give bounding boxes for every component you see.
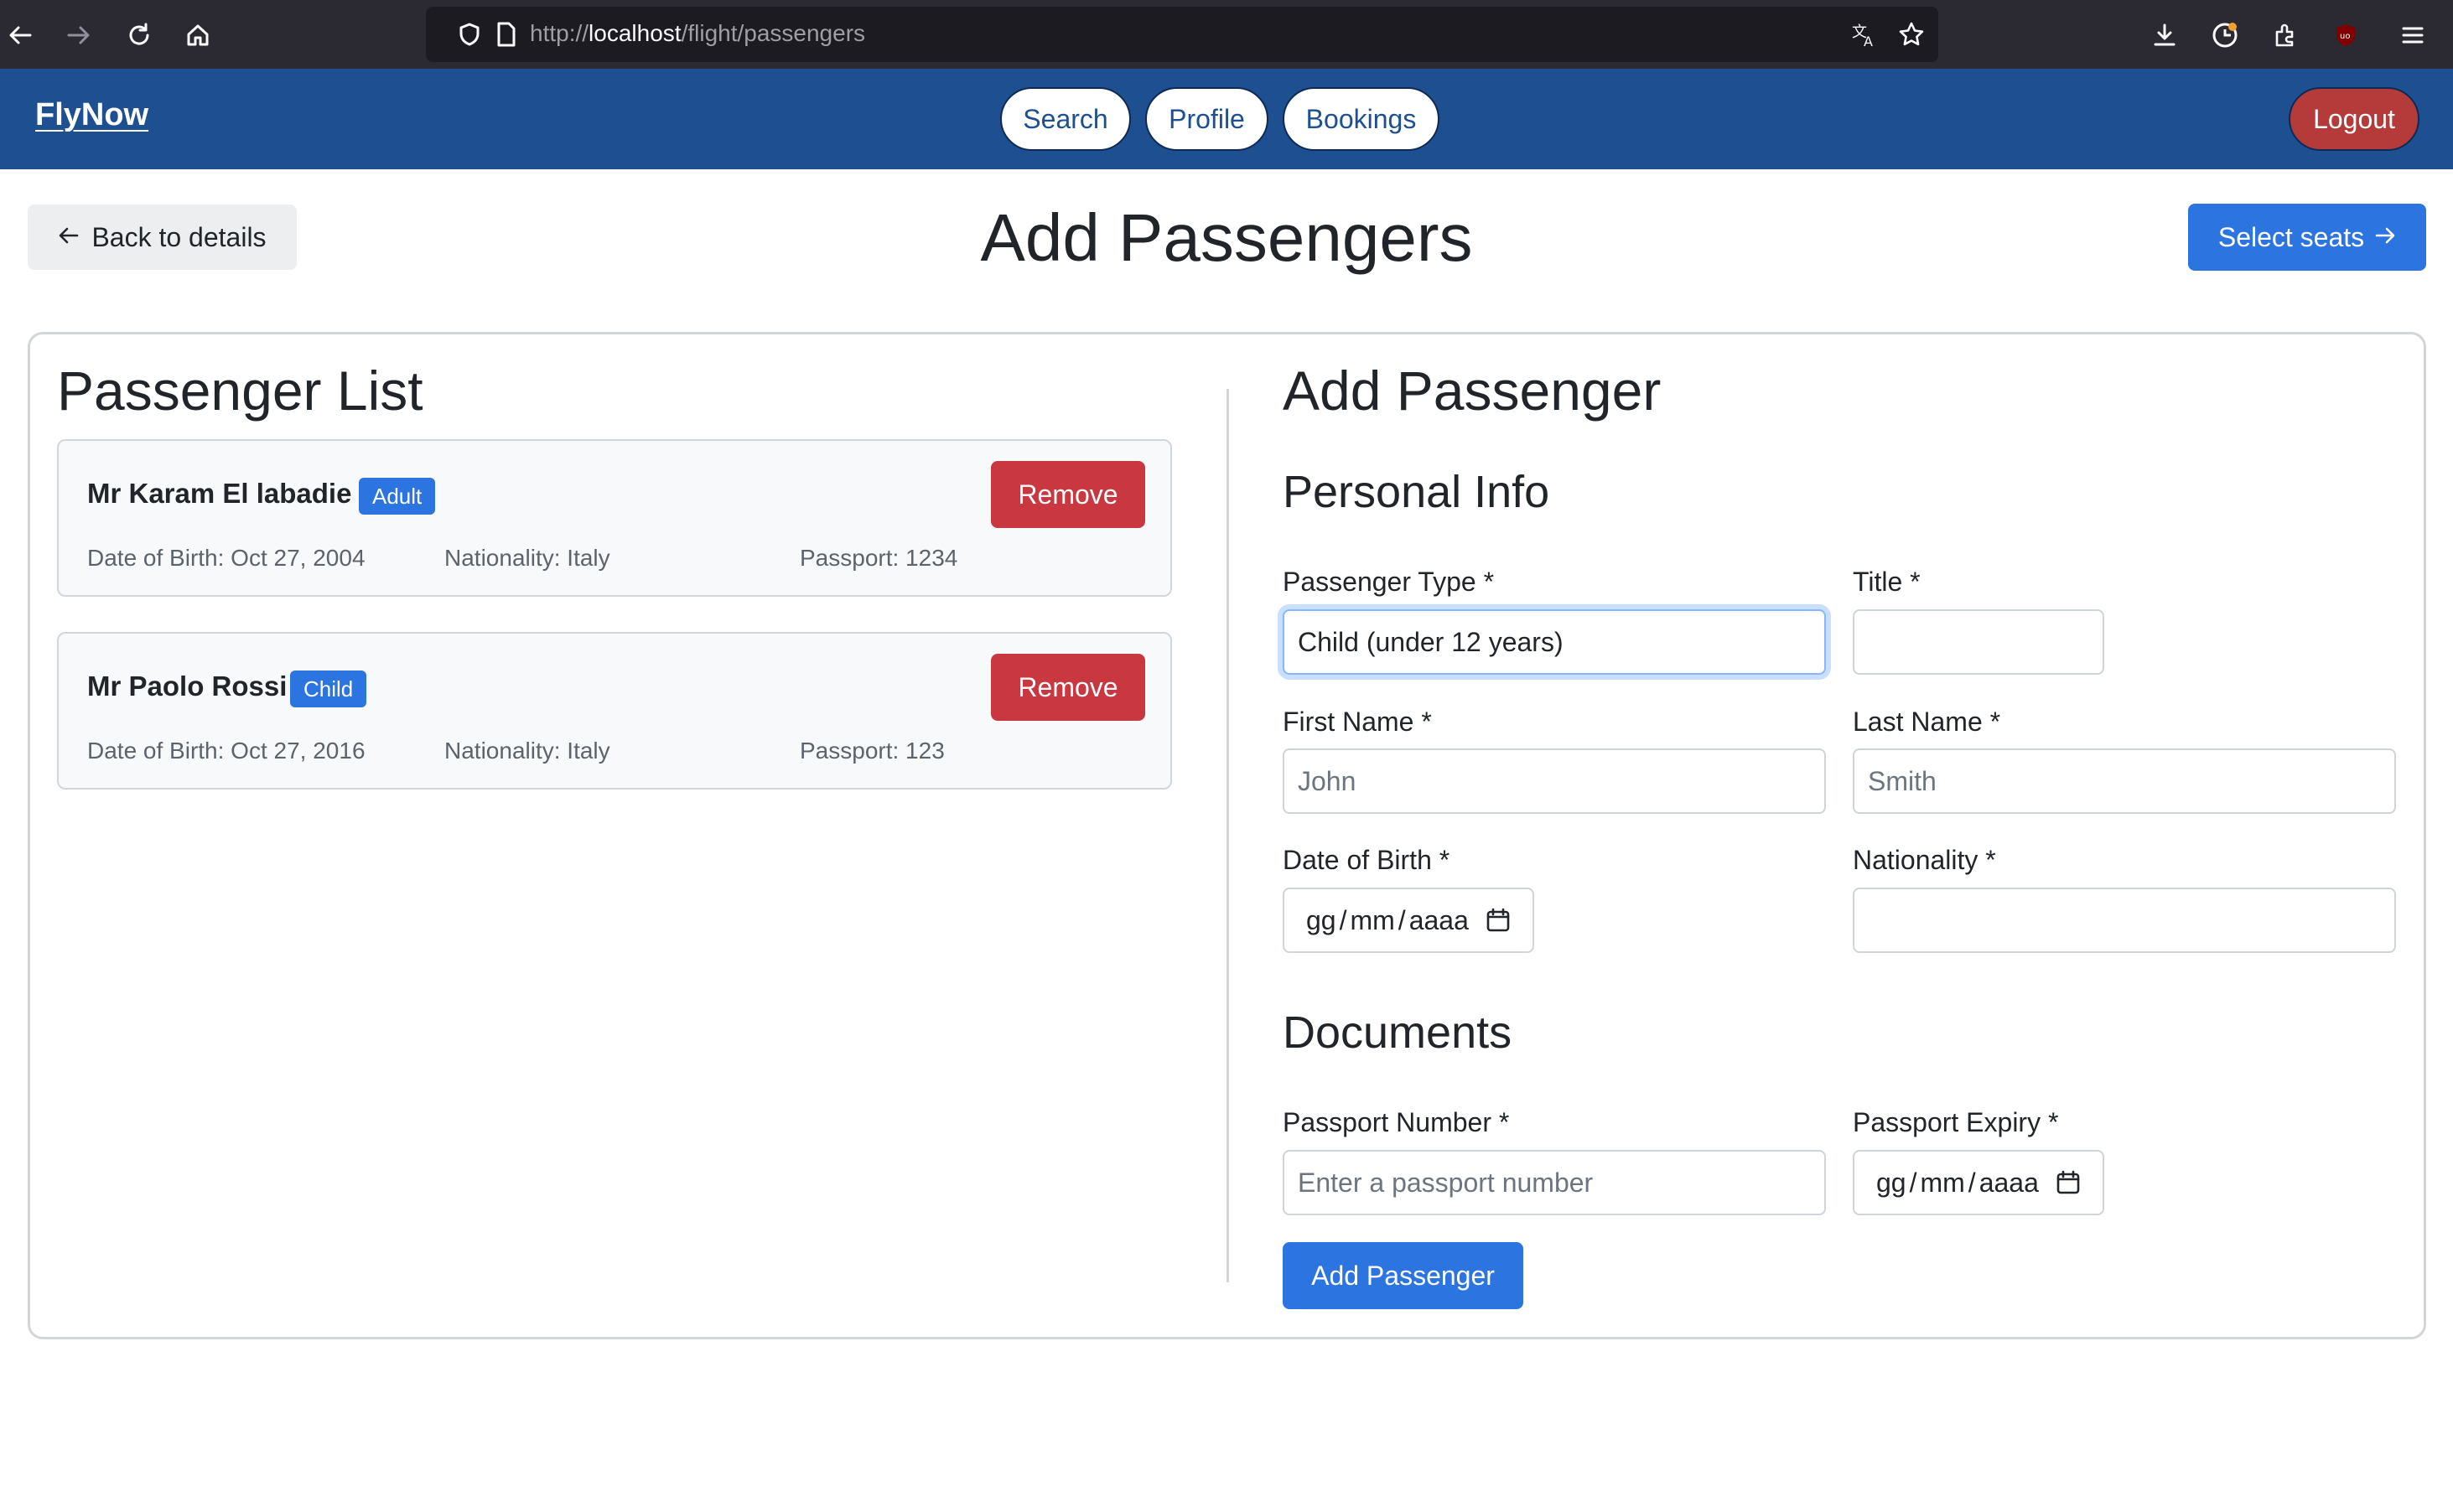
extensions-icon[interactable] bbox=[2267, 17, 2304, 54]
remove-passenger-button[interactable]: Remove bbox=[991, 654, 1145, 721]
home-icon[interactable] bbox=[179, 17, 216, 54]
personal-info-heading: Personal Info bbox=[1283, 467, 1550, 517]
star-icon[interactable] bbox=[1893, 16, 1930, 53]
passenger-type-select[interactable] bbox=[1283, 609, 1826, 675]
passenger-name: Mr Paolo Rossi bbox=[87, 671, 288, 702]
date-of-birth-label: Date of Birth * bbox=[1283, 845, 1450, 875]
brand-link[interactable]: FlyNow bbox=[35, 97, 148, 133]
app-navbar: FlyNow Search Profile Bookings Logout bbox=[0, 69, 2453, 169]
dob-month: mm bbox=[1350, 904, 1395, 935]
passport-number-input[interactable] bbox=[1283, 1150, 1826, 1215]
passenger-card: Mr Karam El labadie Adult Remove Date of… bbox=[57, 439, 1172, 597]
remove-passenger-button[interactable]: Remove bbox=[991, 461, 1145, 528]
expiry-day: gg bbox=[1876, 1167, 1906, 1198]
passport-expiry-label: Passport Expiry * bbox=[1853, 1107, 2059, 1137]
first-name-input[interactable] bbox=[1283, 748, 1826, 814]
calendar-icon[interactable] bbox=[1484, 906, 1512, 935]
passenger-nationality: Nationality: Italy bbox=[444, 738, 610, 764]
back-arrow-icon[interactable] bbox=[2, 17, 39, 54]
passenger-type-badge: Child bbox=[290, 671, 367, 707]
passenger-card: Mr Paolo Rossi Child Remove Date of Birt… bbox=[57, 632, 1172, 790]
shield-icon[interactable] bbox=[451, 16, 488, 53]
back-to-details-label: Back to details bbox=[91, 221, 267, 252]
ublock-icon[interactable]: uo bbox=[2327, 17, 2364, 54]
nav-bookings-button[interactable]: Bookings bbox=[1283, 87, 1439, 151]
passport-number-label: Passport Number * bbox=[1283, 1107, 1510, 1137]
calendar-icon[interactable] bbox=[2054, 1168, 2082, 1197]
title-select[interactable] bbox=[1853, 609, 2104, 675]
download-icon[interactable] bbox=[2146, 17, 2183, 54]
translate-icon[interactable]: 文A bbox=[1846, 16, 1883, 53]
nav-search-button[interactable]: Search bbox=[1000, 87, 1131, 151]
reload-icon[interactable] bbox=[121, 17, 158, 54]
nationality-label: Nationality * bbox=[1853, 845, 1996, 875]
passenger-type-label: Passenger Type * bbox=[1283, 567, 1495, 597]
expiry-month: mm bbox=[1920, 1167, 1965, 1198]
passenger-nationality: Nationality: Italy bbox=[444, 545, 610, 571]
column-divider bbox=[1226, 389, 1229, 1282]
title-label: Title * bbox=[1853, 567, 1921, 597]
menu-icon[interactable] bbox=[2394, 17, 2431, 54]
passenger-list-heading: Passenger List bbox=[57, 360, 423, 422]
browser-toolbar: http://localhost/flight/passengers 文A uo bbox=[0, 0, 2453, 69]
arrow-left-icon bbox=[58, 222, 80, 253]
svg-text:A: A bbox=[1864, 34, 1873, 49]
url-bar[interactable]: http://localhost/flight/passengers 文A bbox=[426, 7, 1938, 62]
back-to-details-button[interactable]: Back to details bbox=[28, 205, 297, 270]
page-title: Add Passengers bbox=[980, 200, 1473, 275]
page-icon bbox=[488, 16, 525, 53]
passport-expiry-input[interactable]: gg / mm / aaaa bbox=[1853, 1150, 2104, 1215]
logout-button[interactable]: Logout bbox=[2289, 87, 2419, 151]
passenger-name: Mr Karam El labadie bbox=[87, 478, 352, 509]
add-passenger-heading: Add Passenger bbox=[1283, 360, 1662, 422]
documents-heading: Documents bbox=[1283, 1007, 1512, 1058]
add-passenger-button[interactable]: Add Passenger bbox=[1283, 1242, 1523, 1309]
passenger-type-badge: Adult bbox=[359, 478, 436, 515]
select-seats-label: Select seats bbox=[2217, 221, 2365, 252]
select-seats-button[interactable]: Select seats bbox=[2188, 204, 2426, 271]
passenger-dob: Date of Birth: Oct 27, 2016 bbox=[87, 738, 366, 764]
passenger-dob: Date of Birth: Oct 27, 2004 bbox=[87, 545, 366, 571]
date-of-birth-input[interactable]: gg / mm / aaaa bbox=[1283, 888, 1534, 953]
dob-day: gg bbox=[1306, 904, 1336, 935]
first-name-label: First Name * bbox=[1283, 707, 1432, 737]
nav-profile-button[interactable]: Profile bbox=[1145, 87, 1268, 151]
svg-text:uo: uo bbox=[2340, 32, 2350, 41]
passenger-passport: Passport: 123 bbox=[800, 738, 945, 764]
last-name-label: Last Name * bbox=[1853, 707, 2001, 737]
dob-year: aaaa bbox=[1408, 904, 1469, 935]
arrow-right-icon bbox=[2374, 222, 2396, 253]
nationality-input[interactable] bbox=[1853, 888, 2396, 953]
last-name-input[interactable] bbox=[1853, 748, 2396, 814]
account-icon[interactable] bbox=[2207, 17, 2243, 54]
url-text[interactable]: http://localhost/flight/passengers bbox=[530, 20, 865, 47]
passenger-passport: Passport: 1234 bbox=[800, 545, 958, 571]
forward-arrow-icon[interactable] bbox=[60, 17, 97, 54]
expiry-year: aaaa bbox=[1978, 1167, 2039, 1198]
